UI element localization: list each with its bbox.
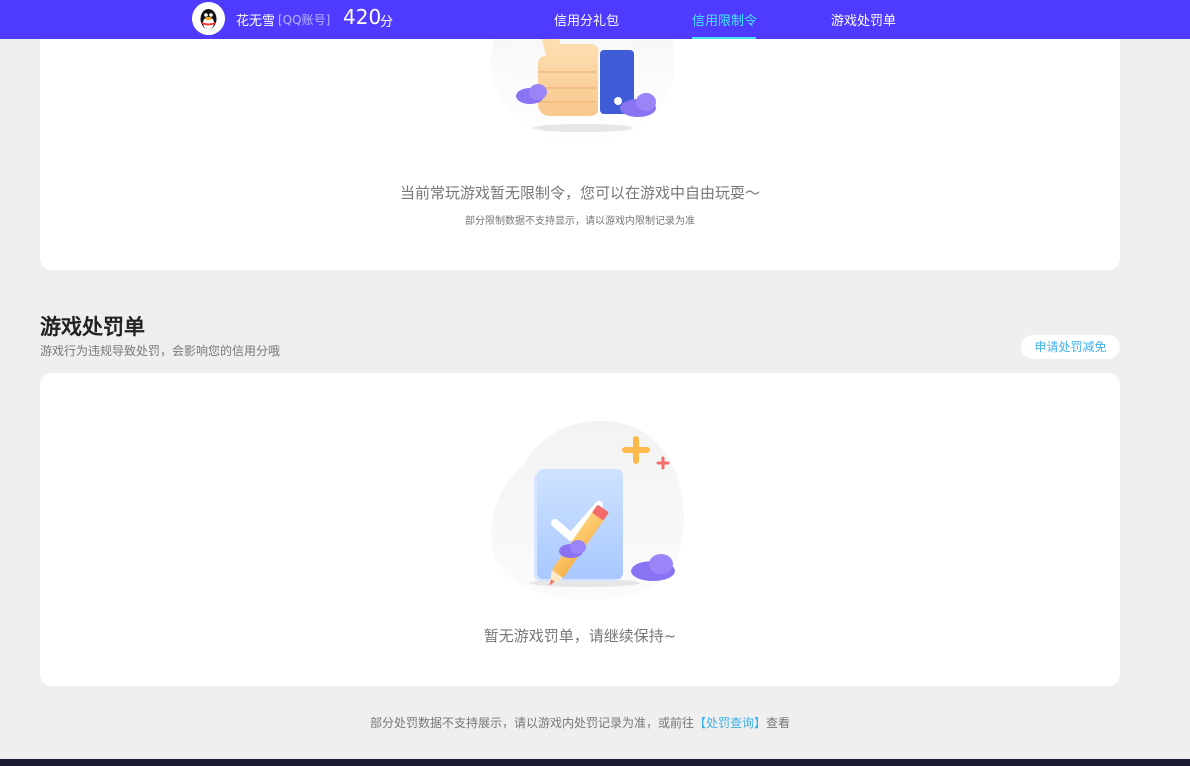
section-title: 游戏处罚单 bbox=[40, 315, 145, 339]
footer-note: 部分处罚数据不支持展示，请以游戏内处罚记录为准，或前往【处罚查询】查看 bbox=[0, 714, 1160, 731]
account-type: [QQ账号] bbox=[278, 13, 331, 27]
page-bottom-bar bbox=[0, 759, 1190, 766]
tab-credit-gift[interactable]: 信用分礼包 bbox=[554, 10, 619, 29]
credit-score: 420 bbox=[343, 5, 382, 29]
active-tab-indicator bbox=[692, 37, 756, 39]
footer-note-suffix: 查看 bbox=[766, 716, 791, 730]
top-navigation-bar: 花无雪 [QQ账号] 420 分 信用分礼包 信用限制令 游戏处罚单 bbox=[0, 0, 1190, 39]
page: 当前常玩游戏暂无限制令，您可以在游戏中自由玩耍～ 部分限制数据不支持显示，请以游… bbox=[0, 0, 1190, 766]
checklist-pencil-illustration bbox=[491, 420, 684, 600]
penalty-card: 暂无游戏罚单，请继续保持~ bbox=[40, 373, 1120, 686]
restriction-card: 当前常玩游戏暂无限制令，您可以在游戏中自由玩耍～ 部分限制数据不支持显示，请以游… bbox=[40, 0, 1120, 270]
tab-credit-restriction[interactable]: 信用限制令 bbox=[692, 10, 757, 29]
tab-game-penalty[interactable]: 游戏处罚单 bbox=[831, 10, 896, 29]
section-subtitle: 游戏行为违规导致处罚，会影响您的信用分哦 bbox=[40, 344, 281, 358]
apply-penalty-reduction-button[interactable]: 申请处罚减免 bbox=[1021, 335, 1120, 359]
footer-note-prefix: 部分处罚数据不支持展示，请以游戏内处罚记录为准，或前往 bbox=[369, 716, 694, 730]
avatar[interactable] bbox=[192, 2, 225, 35]
credit-score-unit: 分 bbox=[380, 15, 394, 30]
restriction-note: 部分限制数据不支持显示，请以游戏内限制记录为准 bbox=[465, 216, 695, 227]
restriction-empty-message: 当前常玩游戏暂无限制令，您可以在游戏中自由玩耍～ bbox=[399, 184, 760, 202]
penalty-empty-message: 暂无游戏罚单，请继续保持~ bbox=[483, 627, 677, 645]
penalty-query-link[interactable]: 【处罚查询】 bbox=[694, 716, 766, 730]
qq-penguin-icon bbox=[192, 2, 225, 35]
user-name: 花无雪 bbox=[236, 14, 276, 29]
